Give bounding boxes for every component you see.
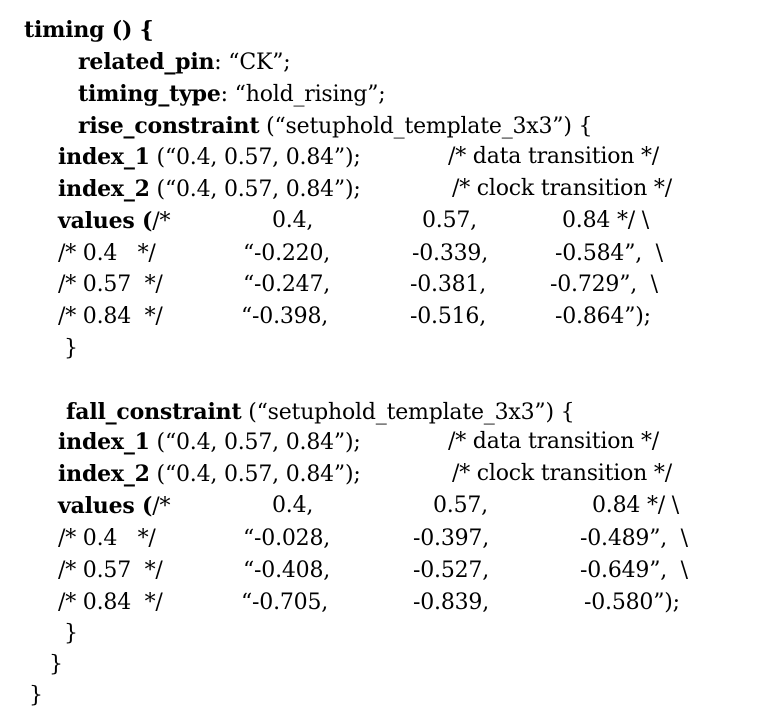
rise-index1-line: index_1 (“0.4, 0.57, 0.84”); (58, 143, 361, 172)
fall-index1-key: index_1 (58, 429, 150, 455)
rise-constraint-line: rise_constraint (“setuphold_template_3x3… (78, 112, 593, 141)
rise-index1-comment: /* data transition */ (448, 144, 660, 169)
fall-values-hdr-col1: 0.4, (272, 493, 314, 518)
fall-index2-key: index_2 (58, 461, 150, 487)
fall-row-v3: -0.580”); (584, 590, 680, 615)
fall-row-label: /* 0.84 */ (58, 590, 163, 615)
rise-row-v1: “-0.247, (243, 272, 331, 297)
rise-close: } (64, 336, 78, 361)
fall-row-v1: “-0.028, (243, 526, 331, 551)
fall-row-v3: -0.649”, \ (580, 558, 688, 583)
fall-constraint-key: fall_constraint (66, 399, 242, 425)
rise-row-v3: -0.864”); (555, 304, 651, 329)
timing-close-outer: } (29, 683, 43, 708)
fall-index2-value: (“0.4, 0.57, 0.84”); (149, 462, 361, 487)
fall-values-key: values ( (58, 493, 153, 519)
rise-constraint-key: rise_constraint (78, 113, 260, 139)
fall-constraint-template: (“setuphold_template_3x3”) { (241, 400, 575, 425)
rise-index1-key: index_1 (58, 144, 150, 170)
rise-values-hdr-col3: 0.84 */ \ (562, 208, 649, 233)
rise-index2-value: (“0.4, 0.57, 0.84”); (149, 177, 361, 202)
fall-row-label: /* 0.4 */ (58, 526, 156, 551)
rise-row-label: /* 0.4 */ (58, 241, 156, 266)
timing-type-line: timing_type: “hold_rising”; (78, 80, 386, 109)
timing-open: timing () { (24, 17, 154, 43)
fall-constraint-line: fall_constraint (“setuphold_template_3x3… (66, 398, 575, 427)
fall-values-line: values (/* (58, 492, 170, 521)
fall-index2-comment: /* clock transition */ (452, 461, 672, 486)
rise-index2-comment: /* clock transition */ (452, 176, 672, 201)
rise-row-label: /* 0.57 */ (58, 272, 163, 297)
rise-values-hdr-col2: 0.57, (422, 208, 477, 233)
fall-row-v3: -0.489”, \ (580, 526, 688, 551)
rise-index2-line: index_2 (“0.4, 0.57, 0.84”); (58, 175, 361, 204)
rise-row-v2: -0.381, (410, 272, 487, 297)
related-pin-key: related_pin (78, 49, 215, 75)
fall-index2-line: index_2 (“0.4, 0.57, 0.84”); (58, 460, 361, 489)
rise-row-v2: -0.516, (410, 304, 487, 329)
related-pin-value: : “CK”; (214, 50, 291, 75)
related-pin-line: related_pin: “CK”; (78, 48, 291, 77)
rise-index1-value: (“0.4, 0.57, 0.84”); (149, 145, 361, 170)
fall-row-v2: -0.527, (413, 558, 490, 583)
rise-values-hdr-open: /* (152, 209, 171, 234)
fall-row-v1: “-0.705, (241, 590, 329, 615)
fall-row-v2: -0.397, (413, 526, 490, 551)
rise-row-v1: “-0.398, (241, 304, 329, 329)
rise-row-v3: -0.584”, \ (555, 241, 663, 266)
timing-type-key: timing_type (78, 81, 221, 107)
rise-row-v2: -0.339, (412, 241, 489, 266)
fall-values-hdr-col3: 0.84 */ \ (592, 493, 679, 518)
fall-index1-comment: /* data transition */ (448, 429, 660, 454)
fall-row-label: /* 0.57 */ (58, 558, 163, 583)
rise-constraint-template: (“setuphold_template_3x3”) { (259, 114, 593, 139)
fall-row-v1: “-0.408, (243, 558, 331, 583)
fall-values-hdr-col2: 0.57, (433, 493, 488, 518)
rise-index2-key: index_2 (58, 176, 150, 202)
timing-close-inner: } (49, 652, 63, 677)
fall-values-hdr-open: /* (152, 494, 171, 519)
fall-close: } (64, 621, 78, 646)
timing-type-value: : “hold_rising”; (220, 82, 386, 107)
fall-index1-line: index_1 (“0.4, 0.57, 0.84”); (58, 428, 361, 457)
rise-row-label: /* 0.84 */ (58, 304, 163, 329)
fall-index1-value: (“0.4, 0.57, 0.84”); (149, 430, 361, 455)
rise-values-line: values (/* (58, 207, 170, 236)
liberty-timing-document: timing () { related_pin: “CK”; timing_ty… (0, 0, 759, 728)
rise-values-hdr-col1: 0.4, (272, 208, 314, 233)
rise-values-key: values ( (58, 208, 153, 234)
rise-row-v3: -0.729”, \ (550, 272, 658, 297)
rise-row-v1: “-0.220, (243, 241, 331, 266)
fall-row-v2: -0.839, (413, 590, 490, 615)
